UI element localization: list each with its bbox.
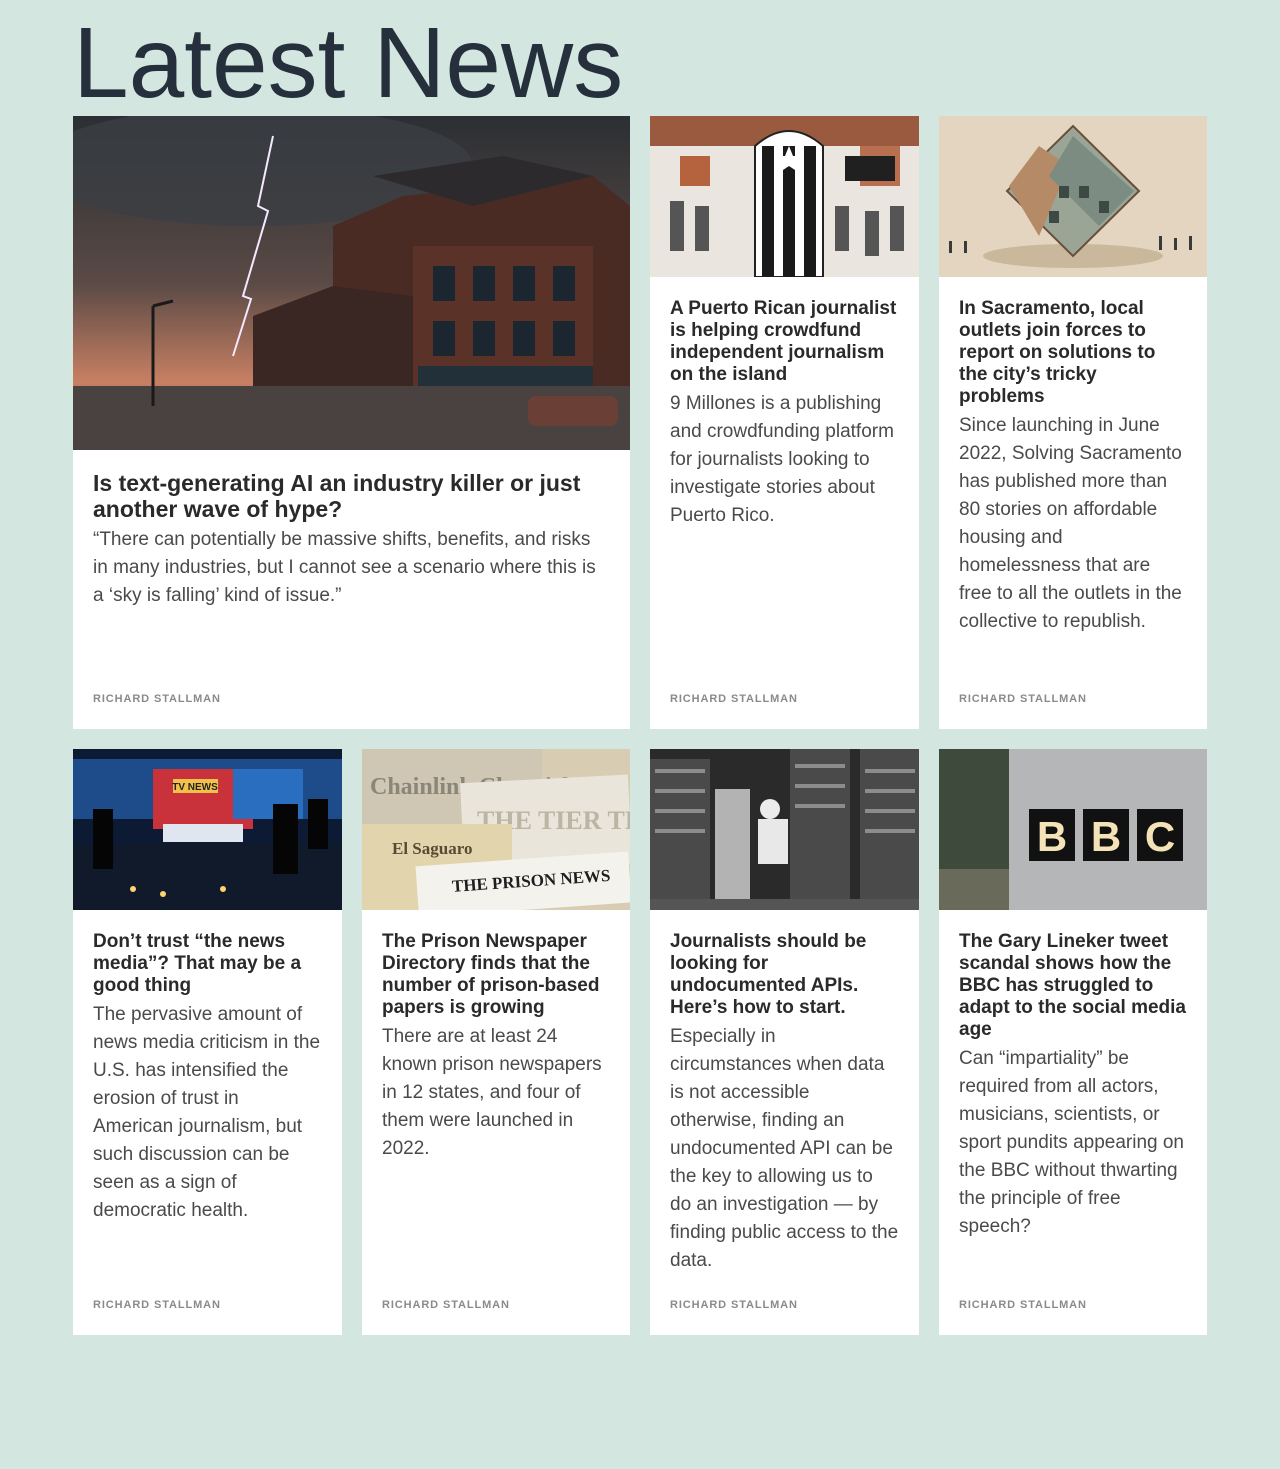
bbc-letter: B (1091, 813, 1121, 860)
page-title: Latest News (73, 7, 624, 119)
article-author: RICHARD STALLMAN (93, 1299, 221, 1311)
article-author: RICHARD STALLMAN (382, 1299, 510, 1311)
article-card[interactable]: Chainlink Chronicle THE TIER TRIBUNE El … (362, 749, 630, 1335)
article-author: RICHARD STALLMAN (670, 693, 798, 705)
article-title[interactable]: The Gary Lineker tweet scandal shows how… (959, 931, 1187, 1041)
article-card[interactable]: Journalists should be looking for undocu… (650, 749, 919, 1335)
mural-flag-image[interactable] (650, 116, 919, 277)
tilted-house-image[interactable] (939, 116, 1207, 277)
article-summary: The pervasive amount of news media criti… (93, 1004, 321, 1221)
article-summary: Especially in circumstances when data is… (670, 1026, 899, 1271)
article-card-featured[interactable]: Is text-generating AI an industry killer… (73, 116, 630, 729)
article-author: RICHARD STALLMAN (93, 693, 221, 705)
tv-news-logo-text: TV NEWS (172, 782, 218, 793)
newspaper-title-text: El Saguaro (392, 839, 472, 858)
article-card[interactable]: A Puerto Rican journalist is helping cro… (650, 116, 919, 729)
article-title[interactable]: Is text-generating AI an industry killer… (93, 470, 610, 522)
article-summary: Since launching in June 2022, Solving Sa… (959, 415, 1182, 632)
article-card[interactable]: TV NEWS Don’t trust “the news media”? Th… (73, 749, 342, 1335)
article-author: RICHARD STALLMAN (670, 1299, 798, 1311)
article-title[interactable]: In Sacramento, local outlets join forces… (959, 298, 1187, 408)
article-author: RICHARD STALLMAN (959, 1299, 1087, 1311)
article-title[interactable]: A Puerto Rican journalist is helping cro… (670, 298, 899, 386)
article-summary: “There can potentially be massive shifts… (93, 529, 596, 606)
article-card[interactable]: In Sacramento, local outlets join forces… (939, 116, 1207, 729)
article-summary: 9 Millones is a publishing and crowdfund… (670, 393, 894, 526)
bbc-letter: B (1037, 813, 1067, 860)
storm-town-image[interactable] (73, 116, 630, 450)
bbc-sign-image[interactable]: B B C (939, 749, 1207, 910)
article-title[interactable]: The Prison Newspaper Directory finds tha… (382, 931, 610, 1019)
article-author: RICHARD STALLMAN (959, 693, 1087, 705)
newspapers-image[interactable]: Chainlink Chronicle THE TIER TRIBUNE El … (362, 749, 630, 910)
article-summary: Can “impartiality” be required from all … (959, 1048, 1184, 1237)
tv-studio-image[interactable]: TV NEWS (73, 749, 342, 910)
article-title[interactable]: Don’t trust “the news media”? That may b… (93, 931, 322, 997)
article-title[interactable]: Journalists should be looking for undocu… (670, 931, 899, 1019)
vintage-computer-image[interactable] (650, 749, 919, 910)
article-card[interactable]: B B C The Gary Lineker tweet scandal sho… (939, 749, 1207, 1335)
bbc-letter: C (1145, 813, 1175, 860)
article-summary: There are at least 24 known prison newsp… (382, 1026, 602, 1159)
